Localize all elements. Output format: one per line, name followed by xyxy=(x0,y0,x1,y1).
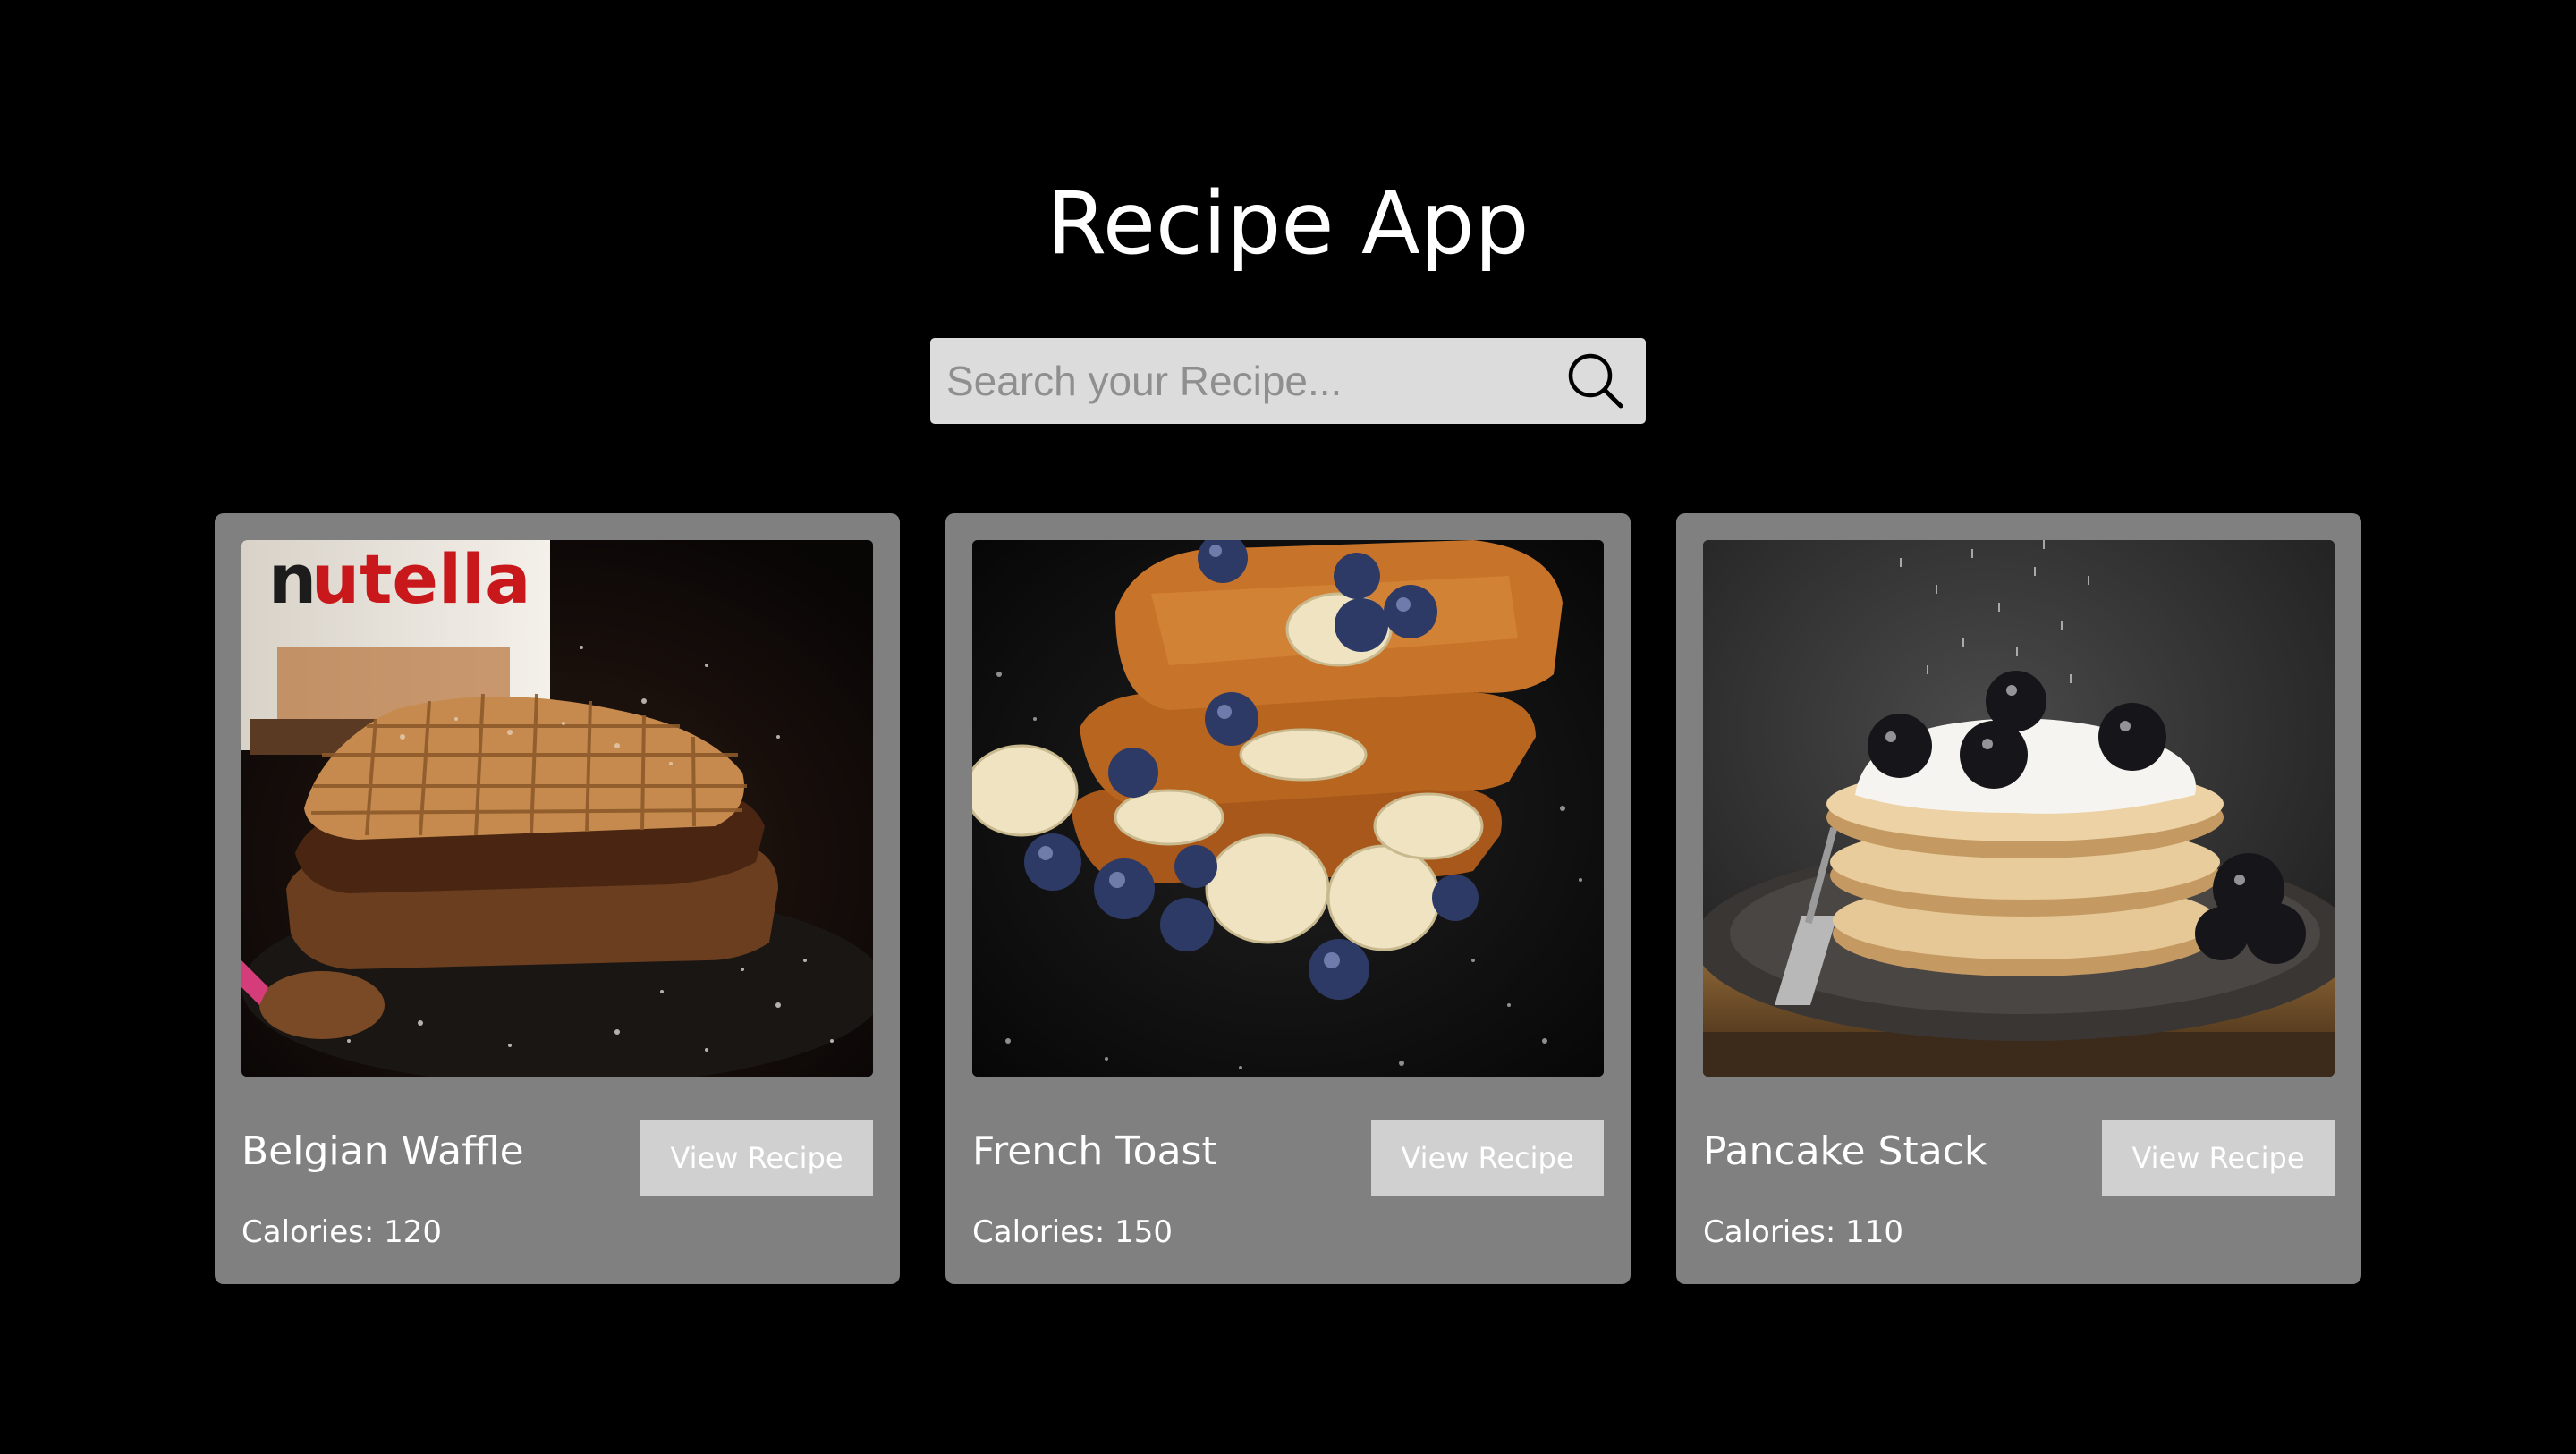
recipe-name: French Toast xyxy=(972,1129,1217,1174)
recipe-app-page: Recipe App Search your Recipe... n utell… xyxy=(0,0,2576,1454)
view-recipe-button[interactable]: View Recipe xyxy=(1371,1120,1604,1196)
search-icon xyxy=(1568,353,1623,409)
search-bar xyxy=(930,338,1646,424)
recipe-calories: Calories: 120 xyxy=(242,1214,443,1250)
french-toast-photo xyxy=(972,540,1604,1077)
recipe-name: Pancake Stack xyxy=(1703,1129,1987,1174)
svg-text:utella: utella xyxy=(311,540,530,619)
svg-text:n: n xyxy=(268,540,317,619)
pancake-image xyxy=(1703,540,2334,1077)
recipe-grid: n utella Belgian Waffle View Recipe Calo… xyxy=(215,513,2361,1284)
recipe-card-french-toast: French Toast View Recipe Calories: 150 xyxy=(945,513,1631,1284)
recipe-name: Belgian Waffle xyxy=(242,1129,524,1174)
belgian-waffle-photo: n utella xyxy=(242,540,873,1077)
recipe-calories: Calories: 150 xyxy=(972,1214,1174,1250)
pancake-stack-photo xyxy=(1703,540,2334,1077)
recipe-calories: Calories: 110 xyxy=(1703,1214,1904,1250)
waffle-image: n utella xyxy=(242,540,873,1077)
search-input[interactable] xyxy=(946,338,1555,424)
view-recipe-button[interactable]: View Recipe xyxy=(640,1120,873,1196)
page-title: Recipe App xyxy=(1046,173,1530,274)
view-recipe-button[interactable]: View Recipe xyxy=(2102,1120,2334,1196)
recipe-card-belgian-waffle: n utella Belgian Waffle View Recipe Calo… xyxy=(215,513,900,1284)
search-button[interactable] xyxy=(1562,347,1630,415)
recipe-card-pancake-stack: Pancake Stack View Recipe Calories: 110 xyxy=(1676,513,2361,1284)
french-toast-image xyxy=(972,540,1604,1077)
